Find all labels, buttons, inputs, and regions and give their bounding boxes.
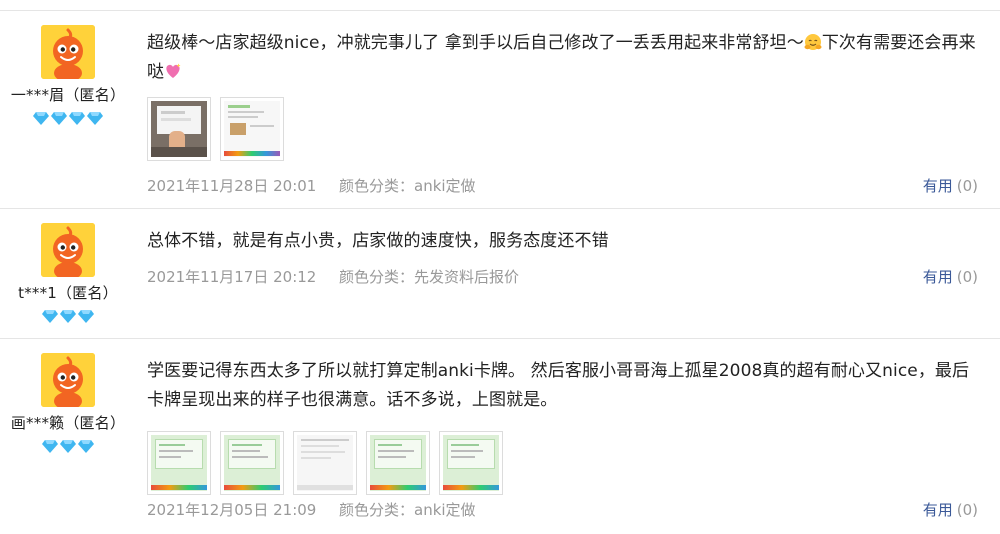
useful-count: (0) — [956, 177, 978, 195]
sparkling-heart-emoji-icon — [166, 63, 181, 78]
review-photo-thumbnail[interactable] — [220, 97, 284, 161]
review-photos — [147, 97, 979, 161]
review-item: 一***眉（匿名） 超级棒～店家超级nice，冲就完事儿了 拿到手以后自己修改了… — [0, 11, 1000, 209]
review-photos — [147, 431, 979, 495]
review-photo-thumbnail[interactable] — [147, 97, 211, 161]
review-meta: 2021年11月28日 20:01 颜色分类：anki定做 — [147, 175, 476, 196]
useful-button[interactable]: 有用 — [923, 177, 953, 195]
review-date: 2021年12月05日 21:09 — [147, 501, 317, 519]
buyer-rank-badge — [0, 439, 136, 455]
review-meta: 2021年11月17日 20:12 颜色分类：先发资料后报价 — [147, 266, 519, 287]
diamond-icon — [33, 112, 49, 125]
reviewer-nickname: t***1（匿名） — [18, 284, 118, 302]
review-photo-thumbnail[interactable] — [293, 431, 357, 495]
reviewer-nickname: 一***眉（匿名） — [10, 86, 126, 104]
diamond-icon — [78, 310, 94, 323]
diamond-icon — [60, 310, 76, 323]
review-item: t***1（匿名） 总体不错，就是有点小贵，店家做的速度快，服务态度还不错 20… — [0, 209, 1000, 339]
useful-button[interactable]: 有用 — [923, 501, 953, 519]
mascot-avatar-icon — [41, 353, 95, 407]
useful-vote: 有用 (0) — [923, 499, 978, 520]
useful-button[interactable]: 有用 — [923, 268, 953, 286]
reviewer-info: t***1（匿名） — [0, 223, 136, 325]
review-text: 总体不错，就是有点小贵，店家做的速度快，服务态度还不错 — [147, 231, 609, 251]
review-content: 超级棒～店家超级nice，冲就完事儿了 拿到手以后自己修改了一丢丢用起来非常舒坦… — [147, 29, 979, 161]
review-text-part: 超级棒～店家超级nice，冲就完事儿了 拿到手以后自己修改了一丢丢用起来非常舒坦… — [147, 33, 804, 53]
diamond-icon — [78, 440, 94, 453]
diamond-icon — [60, 440, 76, 453]
reviewer-nickname: 画***籁（匿名） — [10, 414, 126, 432]
review-text: 超级棒～店家超级nice，冲就完事儿了 拿到手以后自己修改了一丢丢用起来非常舒坦… — [147, 29, 979, 87]
diamond-icon — [42, 310, 58, 323]
useful-vote: 有用 (0) — [923, 175, 978, 196]
color-category: 颜色分类：先发资料后报价 — [339, 268, 520, 286]
mascot-avatar-icon — [41, 25, 95, 79]
review-meta: 2021年12月05日 21:09 颜色分类：anki定做 — [147, 499, 476, 520]
diamond-icon — [51, 112, 67, 125]
avatar[interactable] — [41, 223, 95, 277]
buyer-rank-badge — [0, 309, 136, 325]
diamond-icon — [87, 112, 103, 125]
review-text: 学医要记得东西太多了所以就打算定制anki卡牌。 然后客服小哥哥海上孤星2008… — [147, 361, 970, 410]
review-content: 总体不错，就是有点小贵，店家做的速度快，服务态度还不错 — [147, 227, 979, 256]
review-content: 学医要记得东西太多了所以就打算定制anki卡牌。 然后客服小哥哥海上孤星2008… — [147, 357, 979, 495]
useful-vote: 有用 (0) — [923, 266, 978, 287]
diamond-icon — [69, 112, 85, 125]
avatar[interactable] — [41, 25, 95, 79]
review-date: 2021年11月28日 20:01 — [147, 177, 317, 195]
color-category: 颜色分类：anki定做 — [339, 501, 476, 519]
useful-count: (0) — [956, 501, 978, 519]
mascot-avatar-icon — [41, 223, 95, 277]
review-photo-thumbnail[interactable] — [366, 431, 430, 495]
diamond-icon — [42, 440, 58, 453]
reviewer-info: 一***眉（匿名） — [0, 25, 136, 127]
review-photo-thumbnail[interactable] — [147, 431, 211, 495]
useful-count: (0) — [956, 268, 978, 286]
reviewer-info: 画***籁（匿名） — [0, 353, 136, 455]
review-date: 2021年11月17日 20:12 — [147, 268, 317, 286]
avatar[interactable] — [41, 353, 95, 407]
review-item: 画***籁（匿名） 学医要记得东西太多了所以就打算定制anki卡牌。 然后客服小… — [0, 339, 1000, 534]
review-photo-thumbnail[interactable] — [220, 431, 284, 495]
review-photo-thumbnail[interactable] — [439, 431, 503, 495]
color-category: 颜色分类：anki定做 — [339, 177, 476, 195]
hugging-face-emoji-icon — [804, 34, 822, 50]
buyer-rank-badge — [0, 111, 136, 127]
